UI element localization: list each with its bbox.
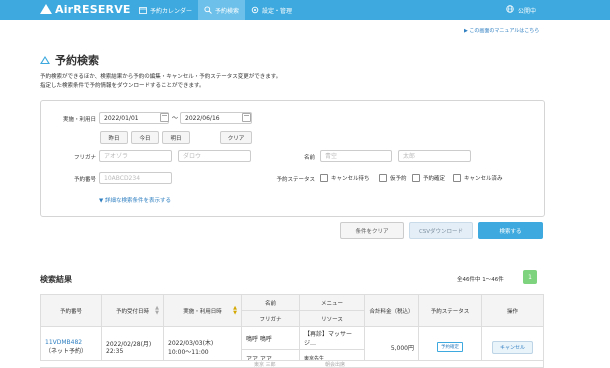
status-badge[interactable]: 予約確定 xyxy=(437,342,463,352)
furigana-label: フリガナ xyxy=(73,155,96,161)
detail-conditions-link[interactable]: ▼ 詳細な検索条件を表示する xyxy=(99,196,171,204)
clear-conditions-button[interactable]: 条件をクリア xyxy=(340,222,404,239)
nav-calendar-label: 予約カレンダー xyxy=(150,7,193,15)
globe-icon xyxy=(506,5,514,15)
name-sei-input[interactable]: 青空 xyxy=(320,150,392,162)
search-button[interactable]: 検索する xyxy=(478,222,543,239)
col-total: 合計料金（税込） xyxy=(364,294,419,327)
col-status: 予約ステータス xyxy=(418,294,482,327)
results-title: 検索結果 xyxy=(40,275,72,284)
col-status-label: 予約ステータス xyxy=(430,308,470,315)
col-name-label: 名前 xyxy=(264,300,276,307)
col-date-label: 実施・利用日時 xyxy=(183,308,222,315)
checkbox-box xyxy=(320,174,328,182)
checkbox-box xyxy=(412,174,420,182)
col-furigana: フリガナ xyxy=(241,310,300,327)
col-ops-label: 操作 xyxy=(506,308,518,315)
status-tentative-label: 仮予約 xyxy=(390,176,407,182)
status-waitlist-checkbox[interactable]: キャンセル待ち xyxy=(320,174,370,182)
csv-download-button[interactable]: CSVダウンロード xyxy=(409,222,473,239)
checkbox-box xyxy=(453,174,461,182)
name-mei-input[interactable]: 太郎 xyxy=(398,150,471,162)
calendar-to-icon[interactable] xyxy=(242,113,251,122)
results-count: 全46件中 1〜46件 xyxy=(457,277,504,283)
status-waitlist-label: キャンセル待ち xyxy=(331,176,370,182)
name-cell: 鳴呼 鳴呼 xyxy=(241,326,300,350)
col-total-label: 合計料金（税込） xyxy=(369,308,414,315)
col-menu-label: メニュー xyxy=(320,300,343,307)
nav-settings-label: 設定・管理 xyxy=(262,7,293,15)
logo-triangle-icon xyxy=(40,4,52,14)
today-button[interactable]: 今日 xyxy=(131,131,159,144)
public-status[interactable]: 公開中 xyxy=(506,0,536,20)
date-clear-button[interactable]: クリア xyxy=(220,131,252,144)
nav-search-label: 予約検索 xyxy=(215,7,240,15)
logo-text: AirRESERVE xyxy=(55,3,131,16)
col-number-label: 予約番号 xyxy=(59,308,82,315)
table-row[interactable]: 11VDMB482 （ネット予約） 2022/02/28(月) 22:35 202… xyxy=(40,326,544,368)
status-cancelled-label: キャンセル済み xyxy=(464,176,503,182)
calendar-icon xyxy=(139,6,147,14)
reservation-number-link[interactable]: 11VDMB482 xyxy=(45,339,97,346)
calendar-from-icon[interactable] xyxy=(160,113,169,122)
col-number: 予約番号 xyxy=(40,294,102,327)
description-line-1: 予約検索ができるほか、検索結果から予約の編集・キャンセル・予約ステータス変更がで… xyxy=(40,74,282,80)
tomorrow-button[interactable]: 明日 xyxy=(162,131,190,144)
page-title-text: 予約検索 xyxy=(55,54,99,67)
col-received[interactable]: 予約受付日時 ▲ ▼ xyxy=(101,294,164,327)
reservation-channel: （ネット予約） xyxy=(45,348,88,355)
col-received-label: 予約受付日時 xyxy=(115,308,149,315)
col-ops: 操作 xyxy=(481,294,544,327)
gear-icon xyxy=(251,6,259,14)
airreserve-logo[interactable]: AirRESERVE xyxy=(40,3,131,16)
checkbox-box xyxy=(379,174,387,182)
results-table: 予約番号 予約受付日時 ▲ ▼ 実施・利用日時 ▲ ▼ 名前 メニュー 合計料金（税込）… xyxy=(40,294,544,368)
menu-cell: 【再診】マッサージ… xyxy=(299,326,365,350)
number-label: 予約番号 xyxy=(73,177,96,183)
col-date[interactable]: 実施・利用日時 ▲ ▼ xyxy=(163,294,242,327)
nav-settings[interactable]: 設定・管理 xyxy=(245,0,298,20)
date-from-input[interactable]: 2022/01/01 xyxy=(99,112,169,124)
col-furigana-label: フリガナ xyxy=(259,316,282,323)
main-nav: 予約カレンダー 予約検索 設定・管理 xyxy=(133,0,298,20)
col-name: 名前 xyxy=(241,294,300,311)
furigana-mei-input[interactable]: ダロウ xyxy=(178,150,251,162)
status-confirmed-label: 予約確定 xyxy=(423,176,446,182)
sort-icon[interactable]: ▲ ▼ xyxy=(155,305,159,316)
status-cancelled-checkbox[interactable]: キャンセル済み xyxy=(453,174,503,182)
status-label: 予約ステータス xyxy=(276,177,315,183)
partial-name-cell: 東京 三郎 xyxy=(254,362,276,368)
status-tentative-checkbox[interactable]: 仮予約 xyxy=(379,174,407,182)
nav-calendar[interactable]: 予約カレンダー xyxy=(133,0,198,20)
search-icon xyxy=(204,6,212,14)
date-separator: ～ xyxy=(172,115,179,122)
cancel-button[interactable]: キャンセル xyxy=(491,340,533,354)
date-label: 実施・利用日 xyxy=(62,117,96,123)
nav-search[interactable]: 予約検索 xyxy=(198,0,246,20)
number-input[interactable]: 10ABCD234 xyxy=(99,172,172,184)
status-confirmed-checkbox[interactable]: 予約確定 xyxy=(412,174,445,182)
col-menu: メニュー xyxy=(299,294,365,311)
sort-active-icon[interactable]: ▲ ▼ xyxy=(233,305,237,316)
page-1-button[interactable]: 1 xyxy=(523,270,537,284)
public-status-label: 公開中 xyxy=(518,7,537,15)
top-bar: AirRESERVE 予約カレンダー 予約検索 設定・管理 公開中 xyxy=(0,0,610,20)
description-line-2: 指定した検索条件で予約情報をダウンロードすることができます。 xyxy=(40,83,205,89)
partial-menu-cell: 朝会出席 xyxy=(325,362,346,368)
col-resource: リソース xyxy=(299,310,365,327)
col-resource-label: リソース xyxy=(321,316,343,323)
title-triangle-icon xyxy=(40,56,50,64)
furigana-sei-input[interactable]: アオゾラ xyxy=(99,150,172,162)
page-title: 予約検索 xyxy=(40,52,99,68)
manual-link[interactable]: ▶ この画面のマニュアルはこちら xyxy=(464,27,539,34)
yesterday-button[interactable]: 昨日 xyxy=(100,131,128,144)
name-label: 名前 xyxy=(303,155,315,161)
